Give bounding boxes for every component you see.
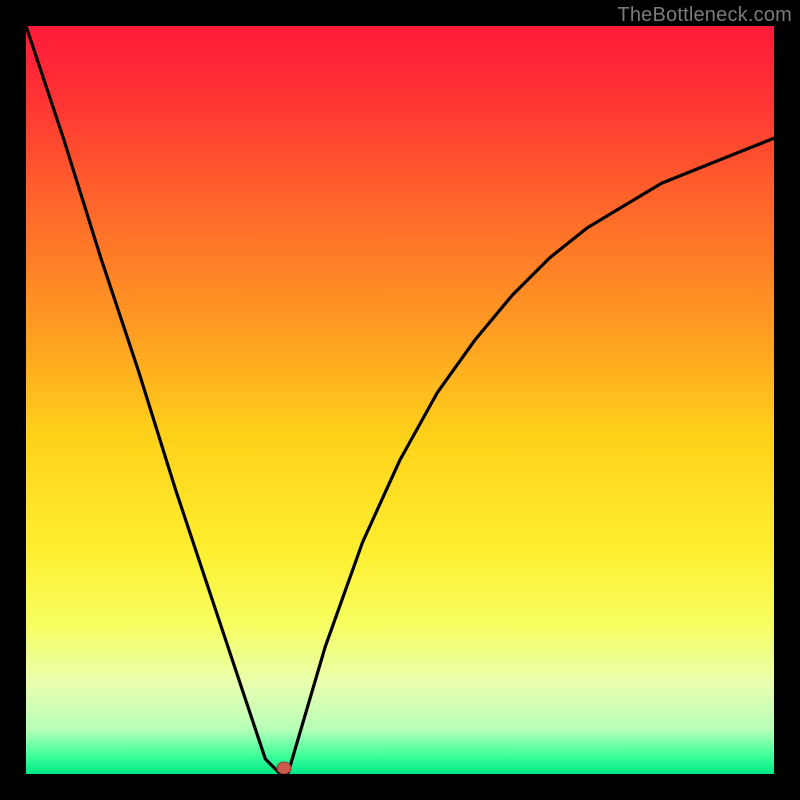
optimal-point-marker bbox=[277, 762, 291, 774]
watermark-text: TheBottleneck.com bbox=[617, 4, 792, 27]
bottleneck-chart bbox=[26, 26, 774, 774]
chart-background bbox=[26, 26, 774, 774]
chart-frame bbox=[26, 26, 774, 774]
